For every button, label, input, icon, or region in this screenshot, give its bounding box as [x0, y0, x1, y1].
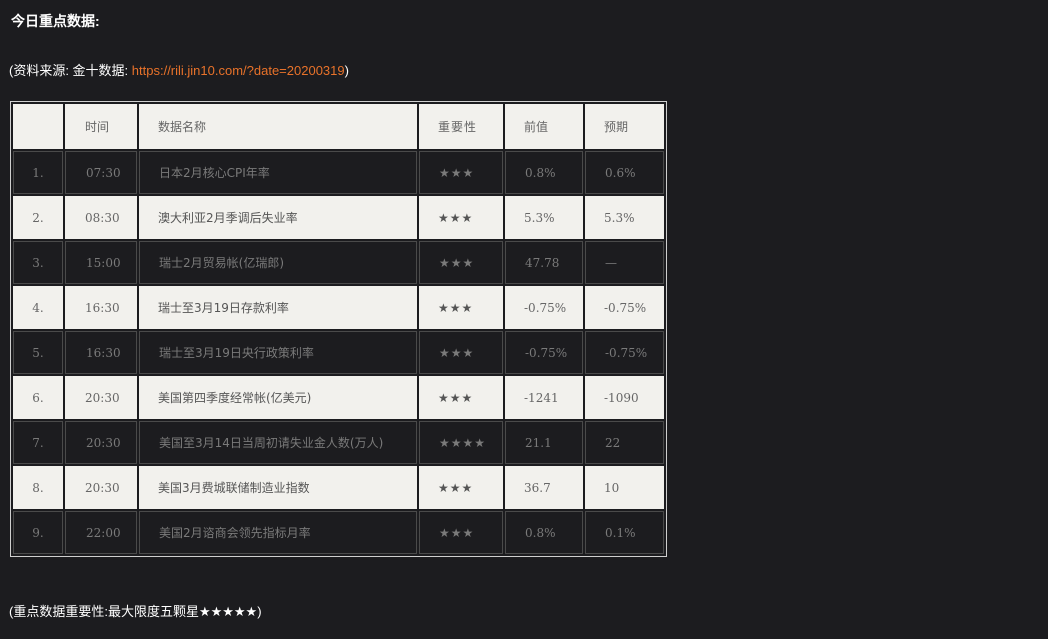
table-row: 5. 16:30 瑞士至3月19日央行政策利率 ★★★ -0.75% -0.75% — [13, 331, 664, 374]
row-name: 瑞士2月贸易帐(亿瑞郎) — [139, 241, 417, 284]
row-forecast: — — [585, 241, 664, 284]
row-forecast: 0.6% — [585, 151, 664, 194]
row-forecast: 10 — [585, 466, 664, 509]
row-forecast: -0.75% — [585, 331, 664, 374]
table-row: 3. 15:00 瑞士2月贸易帐(亿瑞郎) ★★★ 47.78— — [13, 241, 664, 284]
row-importance: ★★★ — [419, 196, 503, 239]
row-importance: ★★★ — [419, 286, 503, 329]
row-previous: 21.1 — [505, 421, 583, 464]
row-time: 20:30 — [65, 421, 137, 464]
header-time: 时间 — [65, 104, 137, 149]
header-forecast: 预期 — [585, 104, 664, 149]
table-row: 4. 16:30 瑞士至3月19日存款利率 ★★★ -0.75% -0.75% — [13, 286, 664, 329]
row-previous: 0.8% — [505, 511, 583, 554]
row-importance: ★★★ — [419, 376, 503, 419]
header-name: 数据名称 — [139, 104, 417, 149]
row-index: 7. — [13, 421, 63, 464]
header-previous: 前值 — [505, 104, 583, 149]
row-time: 20:30 — [65, 376, 137, 419]
row-index: 3. — [13, 241, 63, 284]
table-row: 9. 22:00 美国2月谘商会领先指标月率 ★★★ 0.8% 0.1% — [13, 511, 664, 554]
row-importance: ★★★ — [419, 511, 503, 554]
row-importance: ★★★★ — [419, 421, 503, 464]
row-name: 美国2月谘商会领先指标月率 — [139, 511, 417, 554]
row-time: 08:30 — [65, 196, 137, 239]
row-name: 瑞士至3月19日存款利率 — [139, 286, 417, 329]
row-index: 4. — [13, 286, 63, 329]
row-previous: 36.7 — [505, 466, 583, 509]
row-time: 15:00 — [65, 241, 137, 284]
row-index: 2. — [13, 196, 63, 239]
row-time: 07:30 — [65, 151, 137, 194]
row-forecast: 22 — [585, 421, 664, 464]
row-name: 瑞士至3月19日央行政策利率 — [139, 331, 417, 374]
data-table: 时间 数据名称 重要性 前值 预期 1. 07:30 日本2月核心CPI年率 ★★★ 0… — [11, 102, 666, 556]
row-importance: ★★★ — [419, 151, 503, 194]
table-row: 1. 07:30 日本2月核心CPI年率 ★★★ 0.8% 0.6% — [13, 151, 664, 194]
importance-note: (重点数据重要性:最大限度五颗星★★★★★) — [9, 604, 262, 619]
row-index: 1. — [13, 151, 63, 194]
row-index: 5. — [13, 331, 63, 374]
row-time: 22:00 — [65, 511, 137, 554]
row-previous: -0.75% — [505, 331, 583, 374]
row-previous: 47.78 — [505, 241, 583, 284]
source-link[interactable]: https://rili.jin10.com/?date=20200319 — [132, 63, 345, 78]
table-row: 2. 08:30 澳大利亚2月季调后失业率 ★★★ 5.3% 5.3% — [13, 196, 664, 239]
header-importance: 重要性 — [419, 104, 503, 149]
row-index: 6. — [13, 376, 63, 419]
data-table-container: 时间 数据名称 重要性 前值 预期 1. 07:30 日本2月核心CPI年率 ★★★ 0… — [10, 101, 667, 557]
row-importance: ★★★ — [419, 466, 503, 509]
row-forecast: -0.75% — [585, 286, 664, 329]
row-time: 16:30 — [65, 331, 137, 374]
header-index — [13, 104, 63, 149]
row-name: 澳大利亚2月季调后失业率 — [139, 196, 417, 239]
row-previous: 5.3% — [505, 196, 583, 239]
row-index: 9. — [13, 511, 63, 554]
row-importance: ★★★ — [419, 331, 503, 374]
table-row: 8. 20:30 美国3月费城联储制造业指数 ★★★ 36.7 10 — [13, 466, 664, 509]
source-prefix: (资料来源: 金十数据: — [9, 63, 132, 78]
row-forecast: 5.3% — [585, 196, 664, 239]
row-name: 美国至3月14日当周初请失业金人数(万人) — [139, 421, 417, 464]
row-previous: -0.75% — [505, 286, 583, 329]
source-line: (资料来源: 金十数据: https://rili.jin10.com/?dat… — [9, 60, 349, 79]
row-forecast: -1090 — [585, 376, 664, 419]
row-name: 日本2月核心CPI年率 — [139, 151, 417, 194]
row-index: 8. — [13, 466, 63, 509]
table-header-row: 时间 数据名称 重要性 前值 预期 — [13, 104, 664, 149]
row-previous: 0.8% — [505, 151, 583, 194]
page-heading: 今日重点数据: — [11, 13, 100, 29]
row-forecast: 0.1% — [585, 511, 664, 554]
table-row: 7. 20:30 美国至3月14日当周初请失业金人数(万人) ★★★★ 21.1 22 — [13, 421, 664, 464]
row-time: 20:30 — [65, 466, 137, 509]
source-suffix: ) — [344, 63, 349, 78]
row-previous: -1241 — [505, 376, 583, 419]
table-row: 6. 20:30 美国第四季度经常帐(亿美元) ★★★ -1241 -1090 — [13, 376, 664, 419]
row-importance: ★★★ — [419, 241, 503, 284]
row-name: 美国第四季度经常帐(亿美元) — [139, 376, 417, 419]
row-time: 16:30 — [65, 286, 137, 329]
row-name: 美国3月费城联储制造业指数 — [139, 466, 417, 509]
